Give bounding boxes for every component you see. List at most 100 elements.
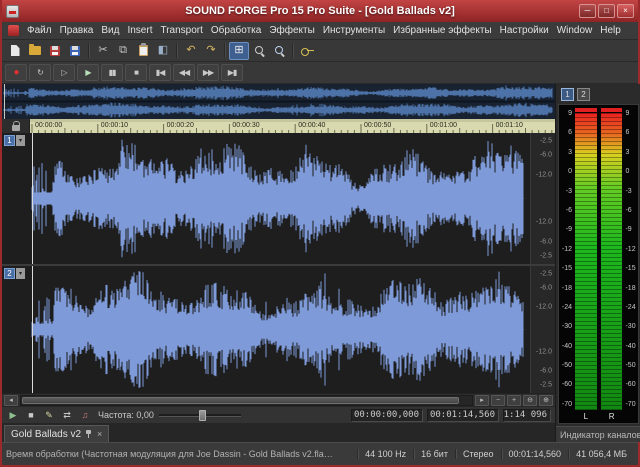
stop-button[interactable]: ■	[125, 64, 147, 81]
menu-options[interactable]: Настройки	[496, 22, 553, 39]
open-icon	[29, 46, 41, 55]
copy-button[interactable]: ⧉	[113, 42, 133, 60]
zoom-out-magnify-button[interactable]: ⊖	[523, 395, 537, 406]
close-button[interactable]: ×	[617, 4, 634, 18]
meter-scale-label: 6	[625, 129, 636, 136]
loop-playback-button[interactable]: ↻	[29, 64, 51, 81]
lock-icon[interactable]	[12, 125, 20, 131]
mini-play-button[interactable]: ▶	[5, 408, 21, 422]
forward-button[interactable]: ▶▶	[197, 64, 219, 81]
document-tab[interactable]: Gold Ballads v2 ×	[4, 425, 109, 442]
menu-transport[interactable]: Transport	[156, 22, 206, 39]
snap-grid-button[interactable]: ⊞	[229, 42, 249, 60]
magnify-button[interactable]	[269, 42, 289, 60]
meter-tab-1[interactable]: 1	[561, 88, 574, 101]
meter-scale-label: -9	[561, 226, 572, 233]
play-button[interactable]: ▶	[77, 64, 99, 81]
meter-scale-label: -15	[561, 265, 572, 272]
db-ruler-1[interactable]: -2.5-6.0-12.0-12.0-6.0-2.5	[530, 133, 555, 264]
minimize-button[interactable]: ─	[579, 4, 596, 18]
frequency-slider[interactable]	[159, 410, 241, 421]
zoom-in-time-button[interactable]: +	[507, 395, 521, 406]
meter-panel: 12 9630-3-6-9-12-15-18-24-30-40-50-60-70…	[555, 84, 640, 442]
pause-button[interactable]: ▮▮	[101, 64, 123, 81]
tab-close-icon[interactable]: ×	[97, 430, 102, 439]
waveform-2[interactable]	[2, 266, 530, 393]
event-tool-button[interactable]: ⇄	[59, 408, 75, 422]
zoom-in-magnify-button[interactable]: ⊕	[539, 395, 553, 406]
channel-2-menu-arrow-icon[interactable]: ▾	[16, 268, 25, 279]
undo-button[interactable]: ↶	[181, 42, 201, 60]
menu-file[interactable]: Файл	[23, 22, 56, 39]
edit-tool-button[interactable]: ✎	[41, 408, 57, 422]
record-button[interactable]: ●	[5, 64, 27, 81]
zoom-edit-tool-button[interactable]	[249, 42, 269, 60]
app-menu-icon[interactable]	[8, 25, 19, 36]
db-label: -2.5	[540, 253, 552, 260]
overview-waveform[interactable]	[2, 84, 555, 119]
clip-indicator-right[interactable]	[601, 108, 623, 112]
cut-button[interactable]: ✂	[93, 42, 113, 60]
menu-favorite-effects[interactable]: Избранные эффекты	[389, 22, 495, 39]
meter-tab-2[interactable]: 2	[577, 88, 590, 101]
scrollbar-track[interactable]	[20, 395, 473, 406]
meter-scale-label: -9	[625, 226, 636, 233]
preferences-key-button[interactable]	[297, 42, 317, 60]
save-as-button[interactable]	[65, 42, 85, 60]
menu-edit[interactable]: Правка	[56, 22, 98, 39]
scroll-right-button[interactable]: ▸	[475, 395, 489, 406]
meter-left-channel: L	[575, 108, 597, 422]
status-channel-mode: Стерео	[455, 449, 501, 459]
menu-process[interactable]: Обработка	[207, 22, 265, 39]
slider-thumb[interactable]	[199, 410, 206, 421]
channel-1-menu-arrow-icon[interactable]: ▾	[16, 135, 25, 146]
meter-tabs: 12	[556, 84, 640, 102]
loop-playback-icon: ↻	[37, 69, 43, 77]
save-icon	[50, 46, 60, 56]
redo-button[interactable]: ↷	[201, 42, 221, 60]
open-button[interactable]	[25, 42, 45, 60]
waveform-1[interactable]	[2, 133, 530, 264]
pin-icon[interactable]	[85, 430, 93, 438]
meter-scale-label: -15	[625, 265, 636, 272]
menu-help[interactable]: Help	[596, 22, 625, 39]
new-file-button[interactable]	[5, 42, 25, 60]
db-ruler-2[interactable]: -2.5-6.0-12.0-12.0-6.0-2.5	[530, 266, 555, 393]
paste-button[interactable]	[133, 42, 153, 60]
meter-scale-label: 9	[625, 110, 636, 117]
ruler-gutter	[2, 119, 30, 133]
menu-window[interactable]: Window	[553, 22, 597, 39]
menu-effects[interactable]: Эффекты	[265, 22, 318, 39]
menu-tools[interactable]: Инструменты	[319, 22, 389, 39]
level-meters[interactable]: 9630-3-6-9-12-15-18-24-30-40-50-60-70 L …	[558, 104, 639, 424]
meter-bar-left	[575, 113, 597, 410]
clip-indicator-left[interactable]	[575, 108, 597, 112]
maximize-button[interactable]: □	[598, 4, 615, 18]
meter-scale-label: 9	[561, 110, 572, 117]
svg-text:00:00:10: 00:00:10	[101, 122, 128, 129]
audio-tool-icon: ♫	[82, 411, 89, 420]
scrollbar-thumb[interactable]	[22, 397, 459, 404]
db-label: -12.0	[536, 303, 552, 310]
trim-button[interactable]: ◧	[153, 42, 173, 60]
rewind-button[interactable]: ◀◀	[173, 64, 195, 81]
time-ruler[interactable]: 00:00:0000:00:1000:00:2000:00:3000:00:40…	[30, 119, 555, 133]
audio-tool-button[interactable]: ♫	[77, 408, 93, 422]
copy-icon: ⧉	[119, 45, 127, 56]
scroll-left-button[interactable]: ◂	[4, 395, 18, 406]
menu-insert[interactable]: Insert	[123, 22, 156, 39]
pause-icon: ▮▮	[109, 69, 116, 77]
channel-1-number[interactable]: 1	[4, 135, 15, 146]
mini-stop-button[interactable]: ■	[23, 408, 39, 422]
horizontal-scrollbar: ◂ ▸ −+⊖⊕	[2, 393, 555, 406]
channel-2-number[interactable]: 2	[4, 268, 15, 279]
meter-scale-label: -60	[561, 381, 572, 388]
menu-view[interactable]: Вид	[97, 22, 123, 39]
go-to-start-button[interactable]: ▮◀	[149, 64, 171, 81]
play-all-button[interactable]: ▷	[53, 64, 75, 81]
db-label: -6.0	[540, 152, 552, 159]
zoom-out-time-button[interactable]: −	[491, 395, 505, 406]
go-to-end-button[interactable]: ▶▮	[221, 64, 243, 81]
title-bar[interactable]: SOUND FORGE Pro 15 Pro Suite - [Gold Bal…	[2, 0, 638, 22]
save-button[interactable]	[45, 42, 65, 60]
